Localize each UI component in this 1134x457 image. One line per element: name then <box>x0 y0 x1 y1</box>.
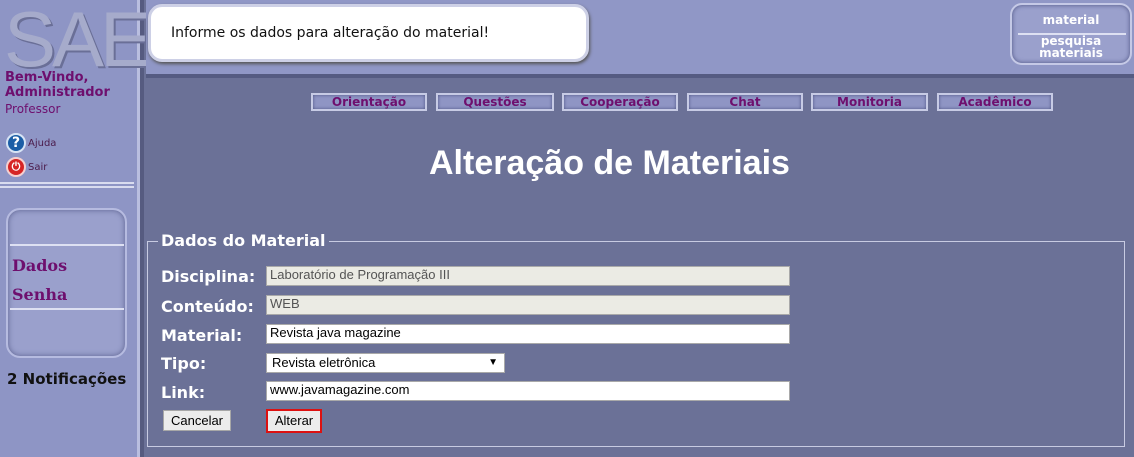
help-link[interactable]: ? Ajuda <box>6 133 56 153</box>
tab-orientacao[interactable]: Orientação <box>311 93 427 111</box>
exit-label: Sair <box>28 161 48 173</box>
tipo-label: Tipo: <box>161 354 207 373</box>
tab-monitoria[interactable]: Monitoria <box>811 93 928 111</box>
sidebar-divider <box>0 182 134 184</box>
link-input[interactable]: www.javamagazine.com <box>266 381 790 401</box>
cancel-button[interactable]: Cancelar <box>163 410 231 431</box>
message-box: Informe os dados para alteração do mater… <box>148 4 589 62</box>
message-text: Informe os dados para alteração do mater… <box>171 25 490 41</box>
disciplina-field: Laboratório de Programação III <box>266 266 790 286</box>
panel-divider <box>10 308 124 310</box>
tipo-select[interactable]: Revista eletrônica ▼ <box>266 353 505 373</box>
power-icon: ⏻ <box>6 157 26 177</box>
user-role: Professor <box>5 102 61 116</box>
top-bar-divider <box>146 74 1134 78</box>
tab-questoes[interactable]: Questões <box>436 93 554 111</box>
page-title: Alteração de Materiais <box>429 144 790 182</box>
sidebar-item-senha[interactable]: Senha <box>12 285 67 304</box>
nav-search-materials-link[interactable]: pesquisa materiais <box>1012 35 1130 59</box>
link-label: Link: <box>161 383 206 402</box>
welcome-text: Bem-Vindo, Administrador <box>5 70 110 100</box>
sidebar-divider <box>0 186 134 188</box>
tab-chat[interactable]: Chat <box>687 93 803 111</box>
help-icon: ? <box>6 133 26 153</box>
chevron-down-icon: ▼ <box>488 357 498 368</box>
welcome-user: Administrador <box>5 85 110 100</box>
sidebar-item-dados[interactable]: Dados <box>12 256 67 275</box>
welcome-greeting: Bem-Vindo, <box>5 70 89 85</box>
help-label: Ajuda <box>28 137 57 149</box>
nav-material-link[interactable]: material <box>1012 14 1130 26</box>
disciplina-label: Disciplina: <box>161 267 256 286</box>
tipo-selected-value: Revista eletrônica <box>272 355 376 370</box>
panel-divider <box>10 244 124 246</box>
conteudo-field: WEB <box>266 295 790 315</box>
notifications-count[interactable]: 2 Notificações <box>7 370 126 388</box>
tab-academico[interactable]: Acadêmico <box>937 93 1053 111</box>
exit-link[interactable]: ⏻ Sair <box>6 157 47 177</box>
fieldset-legend: Dados do Material <box>158 231 329 250</box>
sidebar-menu-panel <box>6 208 127 358</box>
sidebar: SAE Bem-Vindo, Administrador Professor ?… <box>0 0 152 457</box>
top-nav-panel: material pesquisa materiais <box>1010 3 1132 65</box>
alter-button[interactable]: Alterar <box>266 409 322 433</box>
material-label: Material: <box>161 326 243 345</box>
material-input[interactable]: Revista java magazine <box>266 324 790 344</box>
tab-cooperacao[interactable]: Cooperação <box>562 93 678 111</box>
conteudo-label: Conteúdo: <box>161 297 254 316</box>
